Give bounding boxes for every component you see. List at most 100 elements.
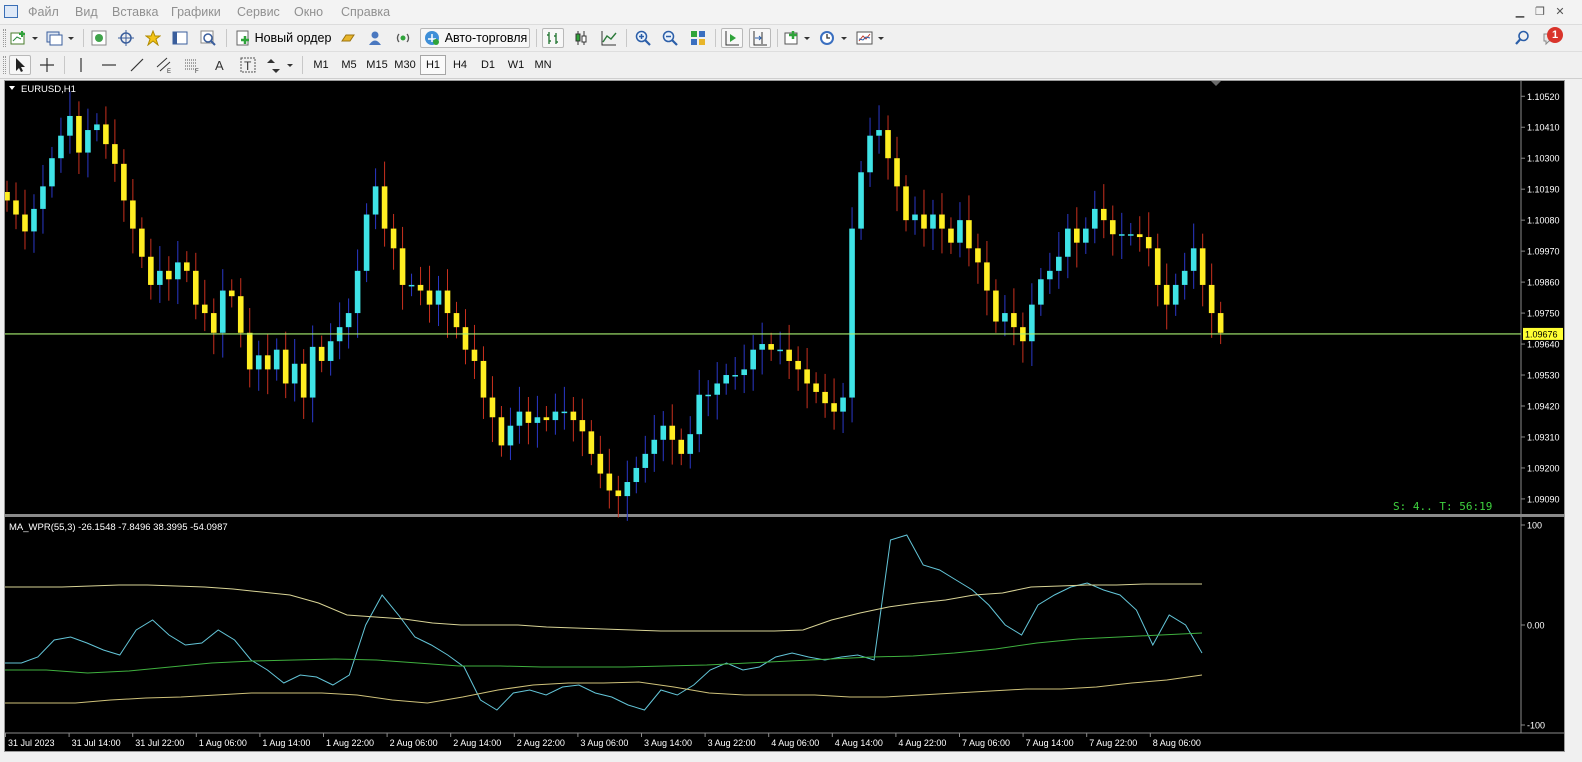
candlestick-icon — [575, 31, 587, 45]
tile-windows-button[interactable] — [687, 28, 709, 48]
menu-file[interactable]: Файл — [28, 5, 59, 19]
market-watch-button[interactable] — [89, 28, 109, 48]
fibonacci-button[interactable]: F — [181, 55, 203, 75]
new-order-icon — [236, 30, 249, 46]
chart-canvas[interactable]: 1.10520 1.10410 1.10300 1.10190 1.10080 1.099… — [5, 81, 1564, 751]
candle-body — [912, 214, 918, 221]
profiles-icon — [46, 31, 74, 46]
arrows-button[interactable] — [264, 55, 296, 75]
menu-view[interactable]: Вид — [75, 5, 98, 19]
zoom-out-button[interactable] — [659, 28, 681, 48]
candle-body — [372, 186, 379, 215]
price-tick-label: 1.10080 — [1527, 216, 1560, 226]
menu-charts[interactable]: Графики — [171, 5, 221, 19]
chart-window[interactable]: 1.10520 1.10410 1.10300 1.10190 1.10080 1.099… — [4, 80, 1565, 752]
vertical-line-button[interactable] — [70, 55, 92, 75]
timeframe-m1[interactable]: M1 — [308, 55, 334, 75]
timeframe-h1[interactable]: H1 — [420, 55, 446, 75]
zoom-in-button[interactable] — [632, 28, 654, 48]
cursor-tool-button[interactable] — [9, 55, 31, 75]
signals-button[interactable] — [365, 28, 385, 48]
restore-icon[interactable]: ❐ — [1533, 5, 1547, 19]
candle-body — [930, 214, 936, 229]
time-tick-label: 7 Aug 14:00 — [1026, 738, 1074, 748]
navigator-button[interactable] — [143, 28, 163, 48]
periods-button[interactable] — [818, 28, 850, 48]
candlestick-chart-button[interactable] — [570, 28, 592, 48]
radio-broadcast-icon — [396, 33, 410, 43]
text-label-button[interactable]: T — [237, 55, 259, 75]
line-chart-button[interactable] — [598, 28, 620, 48]
timeframe-h4[interactable]: H4 — [447, 55, 473, 75]
tile-windows-icon — [691, 31, 705, 45]
candle-body — [5, 192, 10, 201]
timeframe-d1[interactable]: D1 — [475, 55, 501, 75]
menu-window[interactable]: Окно — [294, 5, 323, 19]
menu-bar: Файл Вид Вставка Графики Сервис Окно Спр… — [0, 0, 1582, 25]
menu-insert[interactable]: Вставка — [112, 5, 158, 19]
time-tick-label: 2 Aug 22:00 — [517, 738, 565, 748]
horizontal-line-button[interactable] — [98, 55, 120, 75]
candle-body — [507, 425, 514, 446]
strategy-tester-button[interactable] — [198, 28, 218, 48]
svg-text:T: T — [244, 59, 252, 73]
buy-sell-button[interactable] — [338, 28, 358, 48]
timeframe-m15[interactable]: M15 — [364, 55, 390, 75]
spread-timer-label: S: 4.. T: 56:19 — [1393, 500, 1492, 513]
candle-body — [444, 290, 451, 314]
time-tick-label: 31 Jul 2023 — [8, 738, 55, 748]
timeframe-m30[interactable]: M30 — [392, 55, 418, 75]
candle-body — [651, 439, 658, 454]
menu-tools[interactable]: Сервис — [237, 5, 280, 19]
crosshair-tool-button[interactable] — [36, 55, 58, 75]
candle-body — [876, 130, 882, 136]
mql5-button[interactable] — [393, 28, 413, 48]
time-tick-label: 1 Aug 06:00 — [199, 738, 247, 748]
candle-body — [462, 327, 469, 350]
candle-body — [309, 346, 316, 398]
candle-body — [453, 313, 460, 328]
toolbar-grip[interactable] — [3, 56, 6, 74]
timeframe-w1[interactable]: W1 — [503, 55, 529, 75]
new-order-button[interactable]: Новый ордер — [232, 28, 334, 48]
indicators-button[interactable] — [783, 28, 813, 48]
candle-body — [1100, 208, 1107, 221]
timeframe-m5[interactable]: M5 — [336, 55, 362, 75]
candle-body — [615, 490, 622, 497]
auto-scroll-button[interactable] — [721, 28, 743, 48]
trendline-button[interactable] — [126, 55, 148, 75]
candle-body — [13, 200, 19, 215]
candle-body — [498, 417, 505, 446]
bar-chart-button[interactable] — [542, 28, 564, 48]
menu-help[interactable]: Справка — [341, 5, 390, 19]
candle-body — [76, 115, 82, 153]
chart-shift-button[interactable] — [749, 28, 771, 48]
chart-shift-marker — [1211, 81, 1221, 86]
time-tick-label: 7 Aug 22:00 — [1089, 738, 1137, 748]
data-window-button[interactable] — [116, 28, 136, 48]
time-tick-label: 4 Aug 22:00 — [898, 738, 946, 748]
candle-body — [1029, 304, 1035, 342]
autotrading-button[interactable]: Авто-торговля — [420, 28, 530, 48]
candle-body — [957, 220, 963, 243]
toolbar-grip[interactable] — [3, 29, 6, 47]
timeframe-mn[interactable]: MN — [530, 55, 556, 75]
app-icon — [4, 5, 18, 18]
channel-button[interactable]: E — [153, 55, 175, 75]
candle-body — [732, 375, 738, 377]
profiles-button[interactable] — [45, 28, 77, 48]
new-chart-button[interactable] — [9, 28, 41, 48]
candle-body — [669, 425, 676, 440]
close-icon[interactable]: ✕ — [1553, 5, 1567, 19]
terminal-button[interactable] — [170, 28, 190, 48]
svg-text:F: F — [195, 69, 199, 73]
price-axis: 1.10520 1.10410 1.10300 1.10190 1.10080 1.099… — [1521, 92, 1563, 504]
indicator-tick-label: -100 — [1527, 721, 1545, 731]
search-button[interactable] — [1512, 28, 1532, 48]
templates-button[interactable] — [855, 28, 887, 48]
candle-body — [435, 290, 442, 305]
minimize-icon[interactable]: ▁ — [1513, 5, 1527, 19]
indicators-icon — [784, 31, 810, 45]
text-tool-button[interactable]: A — [209, 55, 231, 75]
time-axis: 31 Jul 2023 31 Jul 14:00 31 Jul 22:00 1 Aug… — [5, 733, 1201, 748]
